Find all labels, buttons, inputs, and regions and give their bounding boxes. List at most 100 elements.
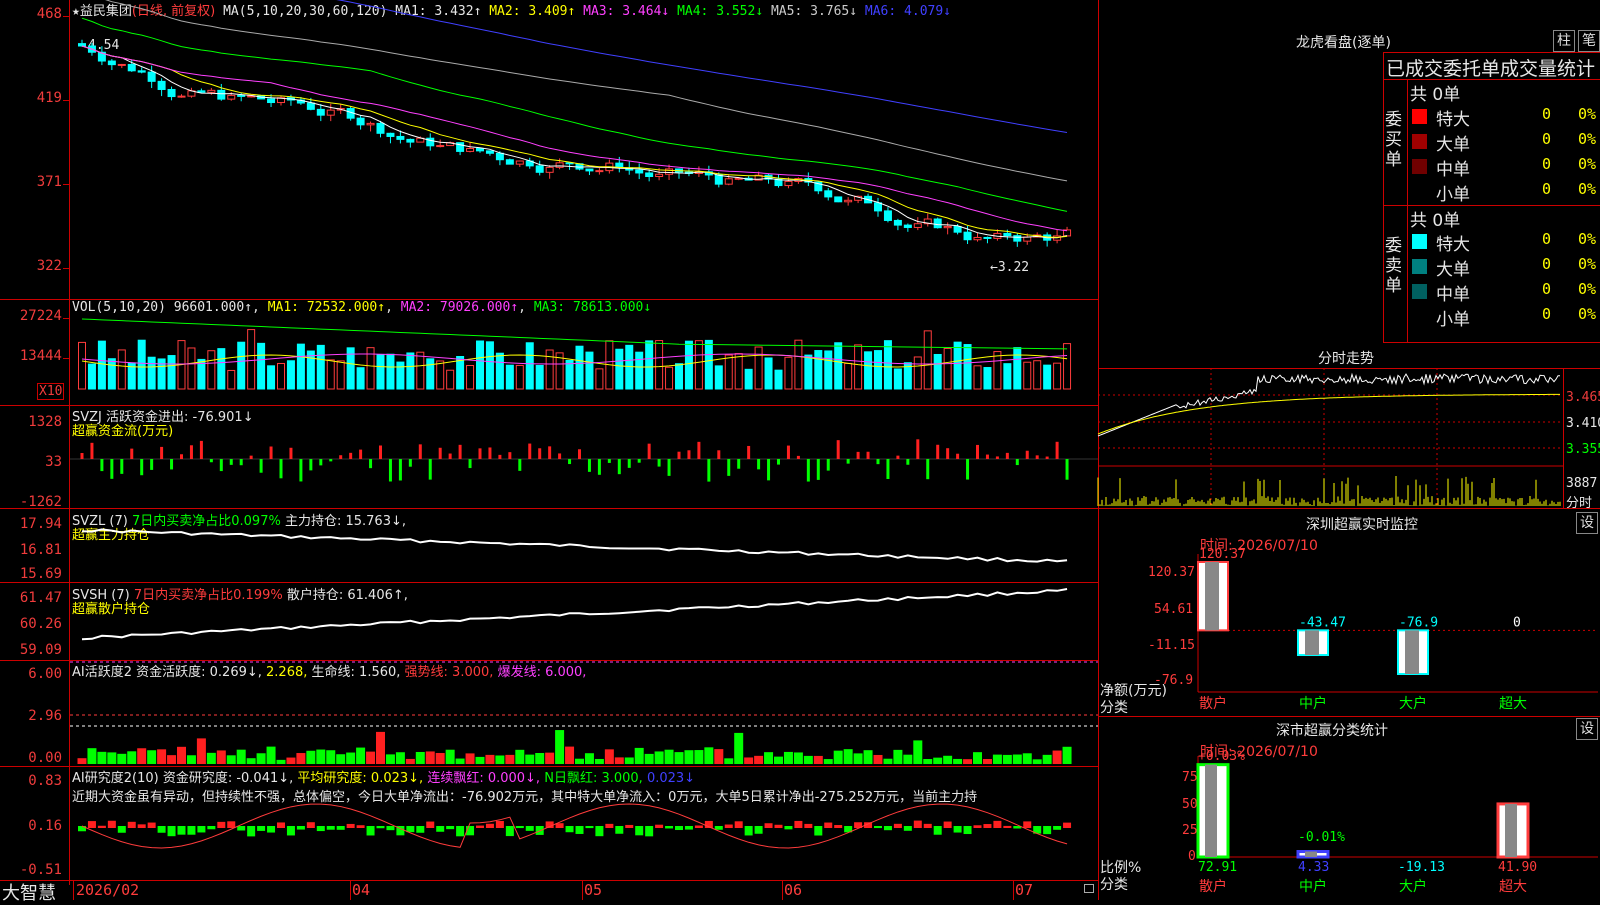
volume-bar <box>883 340 892 390</box>
candle-body <box>147 71 156 82</box>
volume-bar <box>774 369 783 390</box>
research-bar <box>97 825 106 828</box>
volume-bar <box>227 369 236 390</box>
flow-bar <box>199 440 203 459</box>
bar-mode-button[interactable]: 柱 <box>1553 30 1575 52</box>
activity-bar <box>764 752 774 764</box>
candle-body <box>485 150 494 154</box>
activity-bar <box>823 759 833 764</box>
volume-bar <box>804 354 813 390</box>
research-bar <box>1063 822 1072 828</box>
activity-bar <box>883 758 893 764</box>
volume-bar <box>466 364 475 390</box>
ma-line <box>81 45 1068 238</box>
volume-bar <box>694 340 703 390</box>
candle-body <box>893 219 902 226</box>
activity-bar <box>545 752 555 764</box>
activity-bar <box>326 750 336 764</box>
activity-bar <box>644 753 654 764</box>
research-bar <box>883 826 892 831</box>
volume-bar <box>874 350 882 390</box>
flow-bar <box>289 447 293 459</box>
activity-bar <box>246 758 256 764</box>
candle-body <box>366 122 375 126</box>
monitor-settings-button[interactable]: 设 <box>1576 512 1598 534</box>
research-bar <box>187 826 196 835</box>
activity-bar <box>843 749 853 764</box>
flow-bar <box>568 459 572 465</box>
pen-mode-button[interactable]: 笔 <box>1578 30 1600 52</box>
research-bar <box>1003 825 1012 828</box>
candle-body <box>983 236 992 239</box>
volume-bar <box>794 339 803 390</box>
candle-body <box>505 159 514 165</box>
monitor-tick: 54.61 <box>1154 602 1194 617</box>
flow-bar <box>1035 455 1039 459</box>
candle-body <box>784 180 793 187</box>
activity-bar <box>594 758 604 764</box>
volume-bar <box>147 356 156 390</box>
research-bar <box>376 826 385 829</box>
candle-body <box>1023 236 1032 242</box>
lhb-title: 龙虎看盘(逐单) <box>1296 35 1391 51</box>
legend-swatch <box>1412 109 1427 124</box>
flow-bar <box>408 459 412 467</box>
volume-bar <box>665 366 674 390</box>
activity-bar <box>465 753 475 764</box>
candle-body <box>1013 235 1022 242</box>
candle-body <box>585 168 594 172</box>
research-bar <box>565 826 574 833</box>
candle-body <box>237 94 246 97</box>
ratio-bar-shade <box>1305 851 1317 857</box>
research-bar <box>87 821 96 828</box>
class-tick: 50 <box>1182 797 1198 812</box>
flow-bar <box>130 448 134 459</box>
lock-icon[interactable] <box>1084 884 1094 893</box>
legend-swatch <box>1412 234 1427 249</box>
svzj-bars <box>70 439 1098 482</box>
flow-bar <box>886 459 890 479</box>
research-bar <box>814 826 823 836</box>
candle-body <box>227 94 236 100</box>
research-bar <box>625 824 634 828</box>
flow-bar <box>170 459 174 470</box>
volume-bar <box>734 353 743 390</box>
activity-bar <box>286 757 296 764</box>
flow-bar <box>1005 452 1009 459</box>
activity-bar <box>117 753 127 764</box>
activity-bar <box>1032 759 1042 764</box>
candle-body <box>78 43 86 47</box>
research-bar <box>515 826 524 829</box>
volume-bar <box>864 351 873 390</box>
class-settings-button[interactable]: 设 <box>1576 718 1598 740</box>
research-bar <box>774 824 783 828</box>
activity-bar <box>614 757 624 764</box>
activity-bar <box>654 751 664 764</box>
flow-bar <box>876 459 880 465</box>
legend-swatch <box>1412 134 1427 149</box>
research-bar <box>157 826 166 833</box>
volume-bar <box>525 342 534 390</box>
candle-body <box>107 60 116 66</box>
activity-bar <box>783 751 793 764</box>
net-bar-shade <box>1205 562 1219 631</box>
activity-bar <box>575 758 584 764</box>
order-type: 中单 <box>1436 285 1470 305</box>
monitor-chart: 120.37 -43.47 -76.9 0 散户 中户 大户 超大 <box>1197 547 1598 712</box>
activity-bar <box>803 755 813 764</box>
flow-bar <box>627 459 631 468</box>
volume-bar <box>267 365 276 390</box>
volume-bar <box>754 346 763 390</box>
flow-bar <box>150 459 154 470</box>
volume-bar <box>993 351 1002 390</box>
activity-bar <box>266 746 276 764</box>
bar-value-label: 41.90 <box>1498 860 1537 875</box>
flow-bar <box>786 445 790 459</box>
activity-bar <box>933 757 943 764</box>
sell-label: 委卖单 <box>1385 236 1402 296</box>
activity-bar <box>216 750 226 764</box>
candle-body <box>943 225 952 229</box>
ratio-bar-shade <box>1205 764 1217 857</box>
intraday-vol: 3887 <box>1566 476 1598 491</box>
activity-bar <box>584 753 594 764</box>
